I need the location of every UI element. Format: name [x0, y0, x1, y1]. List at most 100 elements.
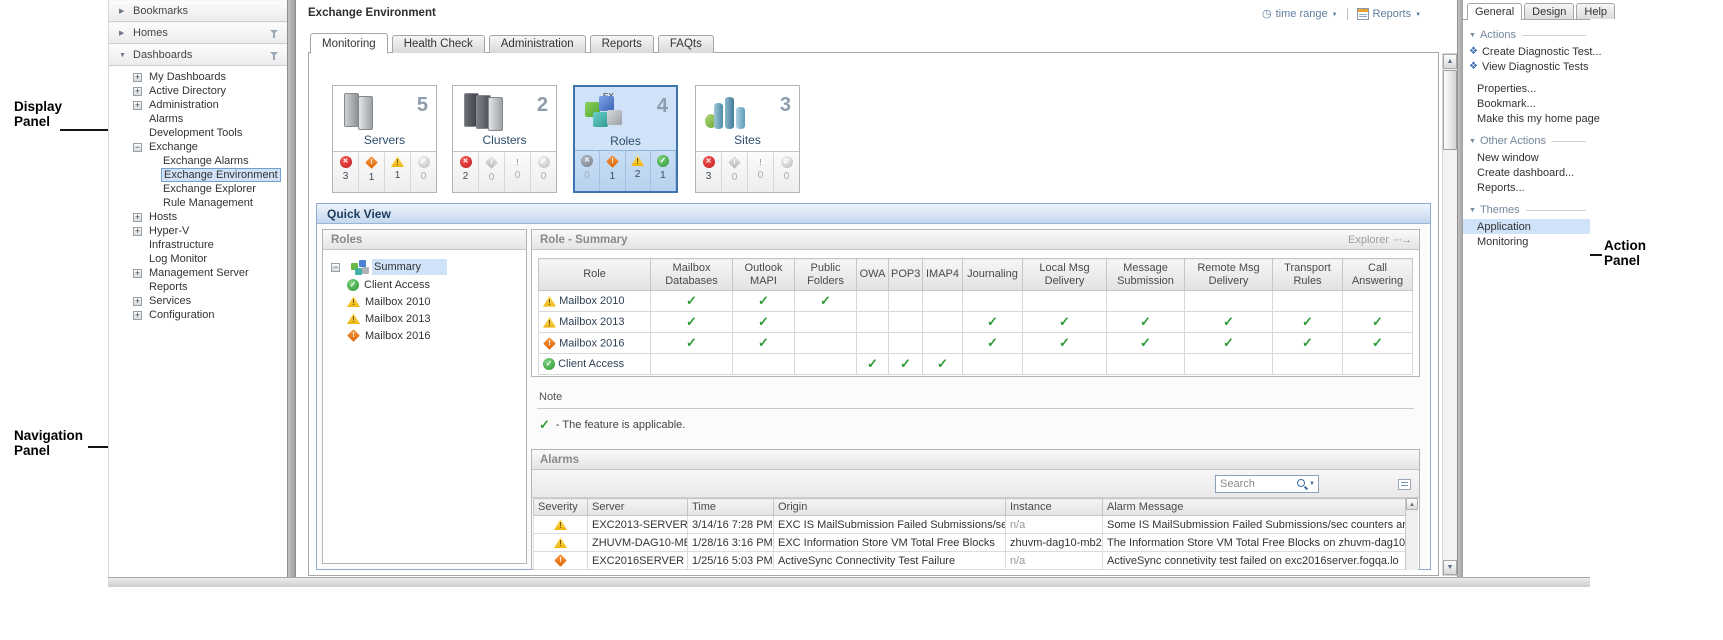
normal-status[interactable]: 1: [651, 151, 676, 191]
column-header[interactable]: POP3: [889, 259, 923, 291]
warning-status[interactable]: 0: [748, 152, 774, 192]
column-header[interactable]: Mailbox Databases: [651, 259, 733, 291]
scroll-up-icon[interactable]: ▲: [1406, 498, 1418, 510]
critical-status[interactable]: 1: [359, 152, 385, 192]
normal-status[interactable]: 0: [411, 152, 436, 192]
critical-status[interactable]: 0: [479, 152, 505, 192]
critical-status[interactable]: 0: [722, 152, 748, 192]
action-create-diagnostic-test[interactable]: ❖ Create Diagnostic Test...: [1463, 44, 1590, 59]
nav-item-exchange-alarms[interactable]: Exchange Alarms: [109, 154, 287, 168]
nav-main-splitter[interactable]: [287, 0, 296, 577]
action-view-diagnostic-tests[interactable]: ❖ View Diagnostic Tests: [1463, 59, 1590, 74]
tab-help[interactable]: Help: [1576, 3, 1615, 19]
action-properties[interactable]: Properties...: [1463, 81, 1590, 96]
tile-clusters[interactable]: 2 Clusters 2 0 0 0: [452, 85, 557, 193]
column-header[interactable]: Remote Msg Delivery: [1185, 259, 1273, 291]
column-header[interactable]: Journaling: [963, 259, 1023, 291]
nav-section-homes[interactable]: ▶ Homes: [109, 22, 287, 44]
nav-item-my-dashboards[interactable]: +My Dashboards: [109, 70, 287, 84]
time-range-button[interactable]: time range: [1276, 8, 1328, 20]
alarm-row[interactable]: EXC2013-SERVER 3/14/16 7:28 PM EXC IS Ma…: [534, 516, 1406, 534]
scroll-up-button[interactable]: ▲: [1443, 54, 1457, 69]
tab-faqts[interactable]: FAQts: [658, 35, 714, 53]
alarm-row[interactable]: EXC2016SERVER 1/25/16 5:03 PM ActiveSync…: [534, 552, 1406, 570]
nav-section-bookmarks[interactable]: ▶ Bookmarks: [109, 0, 287, 22]
section-other-actions[interactable]: ▼ Other Actions: [1469, 135, 1586, 147]
column-header[interactable]: Call Answering: [1343, 259, 1413, 291]
column-header[interactable]: Time: [688, 499, 774, 516]
tab-reports[interactable]: Reports: [590, 35, 654, 53]
warning-status[interactable]: 0: [505, 152, 531, 192]
fatal-status[interactable]: 0: [575, 151, 600, 191]
scrollbar-thumb[interactable]: [1443, 70, 1457, 150]
tab-administration[interactable]: Administration: [489, 35, 586, 53]
nav-item-development-tools[interactable]: Development Tools: [109, 126, 287, 140]
chevron-down-icon[interactable]: ▼: [1415, 10, 1421, 18]
nav-item-exchange[interactable]: −Exchange: [109, 140, 287, 154]
search-dropdown-icon[interactable]: ▼: [1308, 481, 1318, 487]
chevron-down-icon[interactable]: ▼: [1332, 10, 1338, 18]
nav-item-infrastructure[interactable]: Infrastructure: [109, 238, 287, 252]
table-customizer-icon[interactable]: [1398, 479, 1411, 490]
nav-item-administration[interactable]: +Administration: [109, 98, 287, 112]
tab-general[interactable]: General: [1467, 3, 1522, 20]
normal-status[interactable]: 0: [531, 152, 556, 192]
collapse-minus-icon[interactable]: −: [133, 143, 142, 152]
nav-item-exchange-explorer[interactable]: Exchange Explorer: [109, 182, 287, 196]
action-make-home-page[interactable]: Make this my home page: [1463, 111, 1590, 126]
action-new-window[interactable]: New window: [1463, 150, 1590, 165]
column-header[interactable]: Message Submission: [1107, 259, 1185, 291]
alarm-row[interactable]: ZHUVM-DAG10-MB2 1/28/16 3:16 PM EXC Info…: [534, 534, 1406, 552]
nav-item-log-monitor[interactable]: Log Monitor: [109, 252, 287, 266]
nav-item-rule-management[interactable]: Rule Management: [109, 196, 287, 210]
nav-item-configuration[interactable]: +Configuration: [109, 308, 287, 322]
warning-status[interactable]: 2: [626, 151, 651, 191]
column-header[interactable]: OWA: [857, 259, 889, 291]
critical-status[interactable]: 1: [600, 151, 625, 191]
column-header[interactable]: Outlook MAPI: [733, 259, 795, 291]
expand-plus-icon[interactable]: +: [133, 297, 142, 306]
nav-item-hyper-v[interactable]: +Hyper-V: [109, 224, 287, 238]
main-scrollbar[interactable]: ▲ ▼: [1442, 53, 1458, 576]
tile-roles[interactable]: EX 4 Roles 0 1 2 1: [573, 85, 678, 193]
roles-tree-item-mailbox-2010[interactable]: Mailbox 2010: [347, 293, 526, 310]
nav-item-services[interactable]: +Services: [109, 294, 287, 308]
search-input[interactable]: [1216, 478, 1296, 490]
column-header[interactable]: Role: [539, 259, 651, 291]
action-reports[interactable]: Reports...: [1463, 180, 1590, 195]
tab-design[interactable]: Design: [1524, 3, 1574, 19]
tile-sites[interactable]: 3 Sites 3 0 0 0: [695, 85, 800, 193]
expand-plus-icon[interactable]: +: [133, 73, 142, 82]
theme-application[interactable]: Application: [1463, 219, 1590, 234]
collapse-minus-icon[interactable]: −: [331, 263, 340, 272]
nav-item-reports[interactable]: Reports: [109, 280, 287, 294]
column-header[interactable]: Instance: [1006, 499, 1103, 516]
tab-monitoring[interactable]: Monitoring: [310, 33, 388, 54]
nav-section-dashboards[interactable]: ▼ Dashboards: [109, 44, 287, 66]
roles-tree-root[interactable]: − Summary: [331, 258, 526, 276]
reports-button[interactable]: Reports: [1373, 8, 1412, 20]
roles-tree-item-mailbox-2016[interactable]: Mailbox 2016: [347, 327, 526, 344]
expand-plus-icon[interactable]: +: [133, 87, 142, 96]
expand-plus-icon[interactable]: +: [133, 213, 142, 222]
column-header[interactable]: Transport Rules: [1273, 259, 1343, 291]
section-themes[interactable]: ▼ Themes: [1469, 204, 1586, 216]
expand-plus-icon[interactable]: +: [133, 101, 142, 110]
column-header[interactable]: Severity: [534, 499, 588, 516]
nav-item-management-server[interactable]: +Management Server: [109, 266, 287, 280]
action-bookmark[interactable]: Bookmark...: [1463, 96, 1590, 111]
column-header[interactable]: Alarm Message: [1103, 499, 1406, 516]
nav-item-alarms[interactable]: Alarms: [109, 112, 287, 126]
nav-item-hosts[interactable]: +Hosts: [109, 210, 287, 224]
expand-plus-icon[interactable]: +: [133, 269, 142, 278]
nav-item-exchange-environment[interactable]: Exchange Environment: [109, 168, 287, 182]
warning-status[interactable]: 1: [385, 152, 411, 192]
action-create-dashboard[interactable]: Create dashboard...: [1463, 165, 1590, 180]
roles-tree-item-mailbox-2013[interactable]: Mailbox 2013: [347, 310, 526, 327]
scroll-down-button[interactable]: ▼: [1443, 560, 1457, 575]
expand-plus-icon[interactable]: +: [133, 227, 142, 236]
column-header[interactable]: Origin: [774, 499, 1006, 516]
column-header[interactable]: IMAP4: [923, 259, 963, 291]
section-actions[interactable]: ▼ Actions: [1469, 29, 1586, 41]
theme-monitoring[interactable]: Monitoring: [1463, 234, 1590, 249]
